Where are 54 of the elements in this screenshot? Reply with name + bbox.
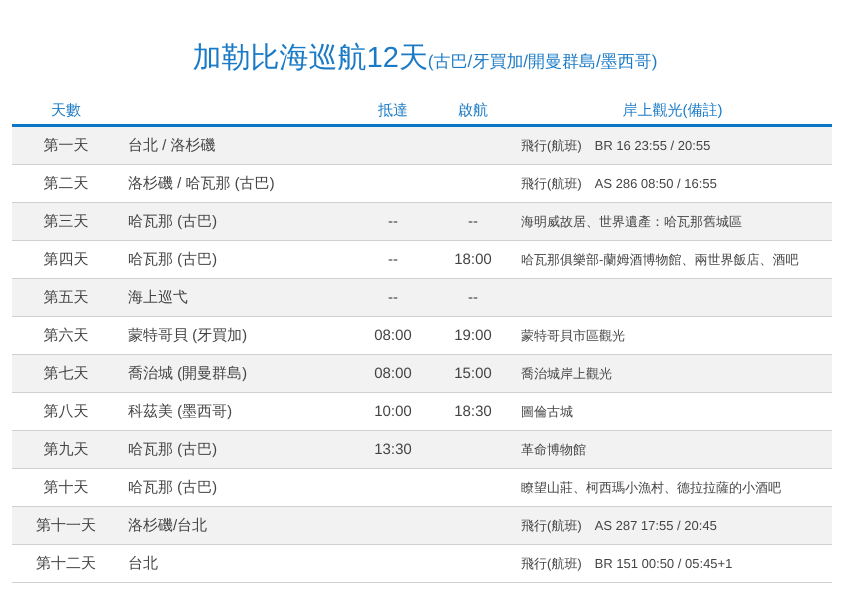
day-cell: 第六天 bbox=[44, 327, 88, 344]
day-cell: 第十二天 bbox=[36, 555, 96, 572]
day-cell: 第二天 bbox=[44, 175, 88, 192]
arrival-time: 08:00 bbox=[374, 327, 412, 344]
note-cell: 海明威故居、世界遺產：哈瓦那舊城區 bbox=[521, 214, 742, 228]
port-cell: 哈瓦那 (古巴) bbox=[128, 213, 218, 230]
day-cell: 第九天 bbox=[44, 441, 88, 458]
port-cell: 海上巡弋 bbox=[128, 289, 188, 306]
arrival-time: -- bbox=[388, 213, 398, 230]
column-header: 啟航 bbox=[458, 102, 488, 118]
note-cell: 哈瓦那俱樂部-蘭姆酒博物館、兩世界飯店、酒吧 bbox=[521, 252, 798, 266]
port-cell: 哈瓦那 (古巴) bbox=[128, 479, 218, 496]
port-cell: 台北 bbox=[128, 555, 158, 572]
port-cell: 台北 / 洛杉磯 bbox=[128, 137, 216, 154]
column-header: 抵達 bbox=[378, 102, 408, 118]
note-cell: 飛行(航班) AS 286 08:50 / 16:55 bbox=[521, 176, 717, 190]
departure-time: 18:30 bbox=[454, 403, 492, 420]
page-title: 加勒比海巡航12天 bbox=[192, 42, 428, 74]
port-cell: 哈瓦那 (古巴) bbox=[128, 441, 218, 458]
arrival-time: -- bbox=[388, 289, 398, 306]
day-cell: 第十一天 bbox=[36, 517, 96, 534]
note-cell: 飛行(航班) BR 151 00:50 / 05:45+1 bbox=[521, 556, 732, 570]
note-cell: 蒙特哥貝市區觀光 bbox=[521, 328, 625, 342]
note-cell: 革命博物館 bbox=[521, 442, 586, 456]
day-cell: 第七天 bbox=[44, 365, 88, 382]
note-cell: 喬治城岸上觀光 bbox=[521, 366, 612, 380]
day-cell: 第三天 bbox=[44, 213, 88, 230]
note-cell: 飛行(航班) BR 16 23:55 / 20:55 bbox=[521, 138, 710, 152]
port-cell: 洛杉磯/台北 bbox=[128, 517, 208, 534]
day-cell: 第一天 bbox=[44, 137, 88, 154]
departure-time: 19:00 bbox=[454, 327, 492, 344]
port-cell: 洛杉磯 / 哈瓦那 (古巴) bbox=[128, 175, 275, 192]
note-cell: 飛行(航班) AS 287 17:55 / 20:45 bbox=[521, 518, 717, 532]
port-cell: 蒙特哥貝 (牙買加) bbox=[128, 327, 248, 344]
day-cell: 第八天 bbox=[44, 403, 88, 420]
day-cell: 第十天 bbox=[44, 479, 88, 496]
departure-time: 18:00 bbox=[454, 251, 492, 268]
note-cell: 瞭望山莊、柯西瑪小漁村、德拉拉薩的小酒吧 bbox=[521, 480, 781, 494]
arrival-time: 10:00 bbox=[374, 403, 412, 420]
note-cell: 圖倫古城 bbox=[521, 404, 573, 418]
port-cell: 科茲美 (墨西哥) bbox=[128, 403, 232, 420]
arrival-time: -- bbox=[388, 251, 398, 268]
arrival-time: 08:00 bbox=[374, 365, 412, 382]
column-header: 岸上觀光(備註) bbox=[622, 102, 722, 118]
departure-time: -- bbox=[468, 289, 478, 306]
column-header: 天數 bbox=[51, 102, 81, 118]
port-cell: 喬治城 (開曼群島) bbox=[128, 365, 248, 382]
page-subtitle: (古巴/牙買加/開曼群島/墨西哥) bbox=[428, 52, 658, 71]
day-cell: 第五天 bbox=[44, 289, 88, 306]
port-cell: 哈瓦那 (古巴) bbox=[128, 251, 218, 268]
departure-time: -- bbox=[468, 213, 478, 230]
departure-time: 15:00 bbox=[454, 365, 492, 382]
arrival-time: 13:30 bbox=[374, 441, 412, 458]
day-cell: 第四天 bbox=[44, 251, 88, 268]
